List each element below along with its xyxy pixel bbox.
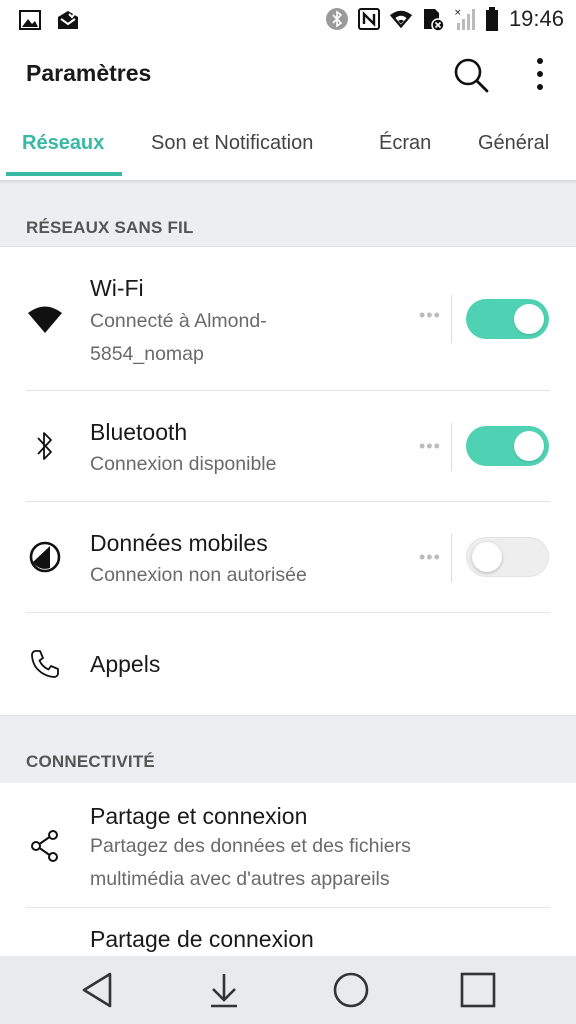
recents-button[interactable] xyxy=(456,968,500,1012)
tab-reseaux[interactable]: Réseaux xyxy=(22,132,104,155)
recents-icon xyxy=(460,972,496,1008)
share-and-connect-row[interactable]: Partage et connexion Partagez des donnée… xyxy=(0,783,576,908)
calls-row[interactable]: Appels xyxy=(0,613,576,715)
calls-title: Appels xyxy=(90,651,161,677)
section-header-connectivity: CONNECTIVITÉ xyxy=(0,715,576,784)
wifi-details-dots-icon[interactable]: ••• xyxy=(419,305,441,326)
wifi-row[interactable]: Wi-Fi Connecté à Almond-5854_nomap ••• xyxy=(0,247,576,391)
share-icon xyxy=(26,827,64,865)
divider xyxy=(451,534,452,582)
back-button[interactable] xyxy=(76,968,120,1012)
notification-pulldown-button[interactable] xyxy=(202,968,246,1012)
section-header-label: RÉSEAUX SANS FIL xyxy=(26,218,194,237)
bluetooth-toggle[interactable] xyxy=(466,426,549,466)
home-icon xyxy=(333,972,369,1008)
mobile-data-details-dots-icon[interactable]: ••• xyxy=(419,547,441,568)
home-button[interactable] xyxy=(329,968,373,1012)
active-tab-indicator xyxy=(6,172,122,176)
mobile-data-toggle[interactable] xyxy=(466,537,549,577)
navigation-bar xyxy=(0,956,576,1024)
tethering-row[interactable]: Partage de connexion xyxy=(0,908,576,956)
tab-bar: Réseaux Son et Notification Écran Généra… xyxy=(0,110,576,180)
wifi-subtitle: Connecté à Almond-5854_nomap xyxy=(90,310,267,365)
bluetooth-icon xyxy=(325,7,349,31)
back-icon xyxy=(82,972,112,1008)
wifi-icon xyxy=(389,7,413,31)
wifi-icon xyxy=(26,300,64,338)
sim-icon xyxy=(421,7,445,31)
mobile-data-icon xyxy=(26,538,64,576)
search-icon xyxy=(454,58,489,93)
status-time: 19:46 xyxy=(508,6,564,31)
bluetooth-details-dots-icon[interactable]: ••• xyxy=(419,436,441,457)
more-vert-icon xyxy=(537,58,543,90)
tab-son-et-notification[interactable]: Son et Notification xyxy=(151,132,313,155)
page-title: Paramètres xyxy=(26,60,152,86)
wifi-title: Wi-Fi xyxy=(90,275,144,301)
bluetooth-icon xyxy=(26,427,64,465)
section-header-label: CONNECTIVITÉ xyxy=(26,752,155,771)
share-and-connect-subtitle: Partagez des données et des fichiers mul… xyxy=(90,835,411,890)
signal-icon: × xyxy=(453,7,477,31)
mail-icon xyxy=(56,8,80,32)
divider xyxy=(451,295,452,343)
phone-icon xyxy=(26,645,64,683)
svg-text:×: × xyxy=(454,8,462,18)
mobile-data-title: Données mobiles xyxy=(90,530,268,556)
tab-general[interactable]: Général xyxy=(478,132,549,155)
bluetooth-row[interactable]: Bluetooth Connexion disponible ••• xyxy=(0,391,576,501)
nfc-icon xyxy=(357,7,381,31)
notification-pulldown-icon xyxy=(211,974,237,1008)
app-bar: Paramètres xyxy=(0,40,576,110)
more-options-button[interactable] xyxy=(524,54,556,96)
mobile-data-row[interactable]: Données mobiles Connexion non autorisée … xyxy=(0,502,576,612)
divider xyxy=(451,423,452,471)
battery-icon xyxy=(485,7,499,31)
wifi-toggle[interactable] xyxy=(466,299,549,339)
section-header-wireless: RÉSEAUX SANS FIL xyxy=(0,184,576,247)
status-bar: × 19:46 xyxy=(0,0,576,40)
gallery-icon xyxy=(18,8,42,32)
share-and-connect-title: Partage et connexion xyxy=(90,803,308,829)
tab-ecran[interactable]: Écran xyxy=(379,132,431,155)
search-button[interactable] xyxy=(450,54,492,96)
bluetooth-title: Bluetooth xyxy=(90,419,188,445)
tethering-title: Partage de connexion xyxy=(90,926,314,952)
